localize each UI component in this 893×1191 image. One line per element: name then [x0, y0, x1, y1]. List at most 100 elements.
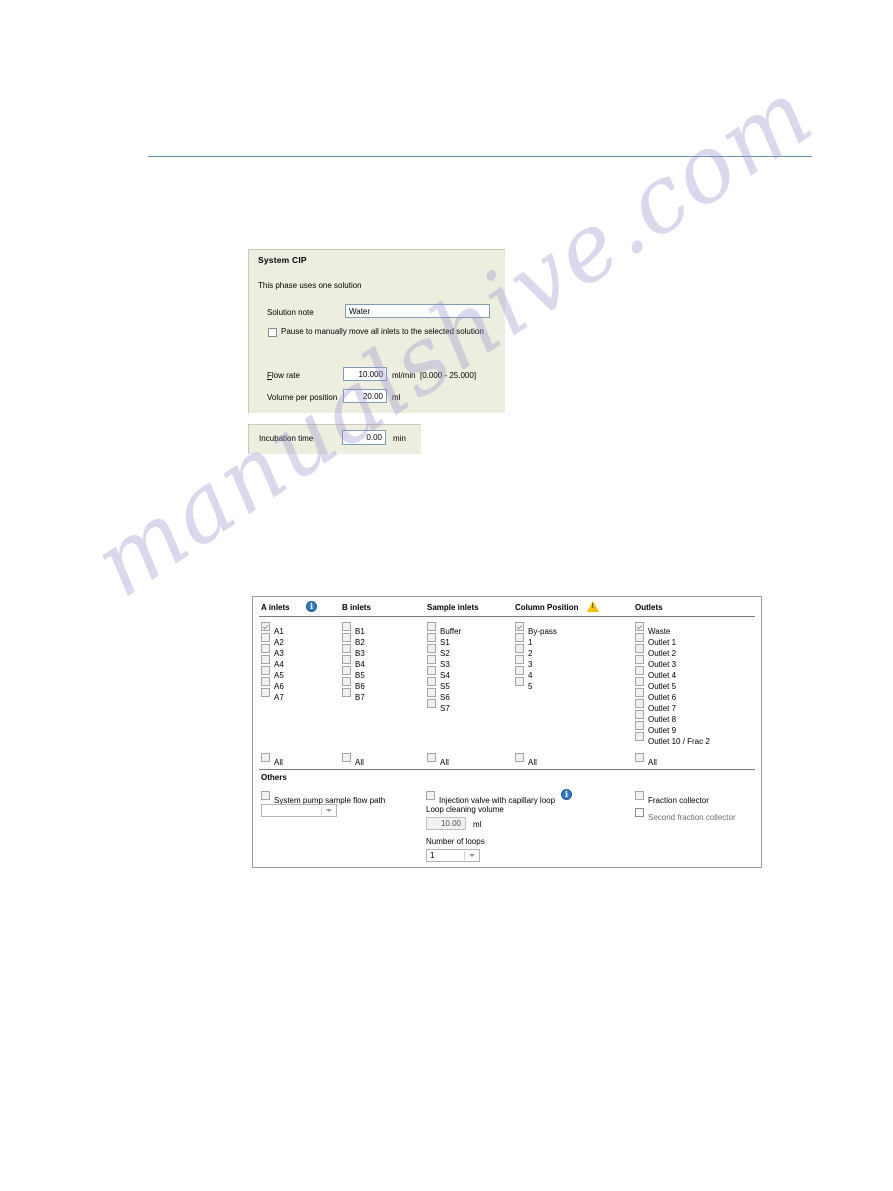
- system-pump-flow-path-select[interactable]: [261, 804, 337, 817]
- checkbox-b1[interactable]: [342, 622, 351, 631]
- checkbox-b2[interactable]: [342, 633, 351, 642]
- list-item[interactable]: Outlet 9: [635, 720, 710, 735]
- list-item[interactable]: A5: [261, 665, 284, 680]
- list-item[interactable]: B7: [342, 687, 365, 702]
- checkbox-outlet-3[interactable]: [635, 655, 644, 664]
- list-item[interactable]: S6: [427, 687, 461, 702]
- checkbox-column-1[interactable]: [515, 633, 524, 642]
- checkbox-fraction-collector[interactable]: [635, 791, 644, 800]
- checkbox-waste[interactable]: [635, 622, 644, 631]
- checkbox-column-5[interactable]: [515, 677, 524, 686]
- checkbox-outlet-10-frac-2[interactable]: [635, 732, 644, 741]
- select-all-a-inlets[interactable]: All: [261, 752, 283, 770]
- chevron-down-icon[interactable]: [321, 806, 335, 815]
- list-item[interactable]: A4: [261, 654, 284, 669]
- warning-icon[interactable]: [587, 601, 599, 612]
- checkbox-a5[interactable]: [261, 666, 270, 675]
- list-item[interactable]: Outlet 8: [635, 709, 710, 724]
- list-item[interactable]: 4: [515, 665, 557, 680]
- list-item[interactable]: S4: [427, 665, 461, 680]
- list-item[interactable]: A3: [261, 643, 284, 658]
- checkbox-all-outlets[interactable]: [635, 753, 644, 762]
- select-all-column-position[interactable]: All: [515, 752, 537, 770]
- list-item[interactable]: S3: [427, 654, 461, 669]
- list-item[interactable]: Waste: [635, 621, 710, 636]
- list-item[interactable]: 1: [515, 632, 557, 647]
- checkbox-all-sample-inlets[interactable]: [427, 753, 436, 762]
- list-item[interactable]: S1: [427, 632, 461, 647]
- list-item[interactable]: B3: [342, 643, 365, 658]
- checkbox-s7[interactable]: [427, 699, 436, 708]
- checkbox-s4[interactable]: [427, 666, 436, 675]
- list-item[interactable]: B6: [342, 676, 365, 691]
- checkbox-a2[interactable]: [261, 633, 270, 642]
- checkbox-s5[interactable]: [427, 677, 436, 686]
- checkbox-system-pump-sample-flow-path[interactable]: [261, 791, 270, 800]
- list-item[interactable]: S7: [427, 698, 461, 713]
- number-of-loops-select[interactable]: 1: [426, 849, 480, 862]
- list-item[interactable]: 3: [515, 654, 557, 669]
- checkbox-s2[interactable]: [427, 644, 436, 653]
- list-item[interactable]: 5: [515, 676, 557, 691]
- checkbox-a1[interactable]: [261, 622, 270, 631]
- checkbox-s1[interactable]: [427, 633, 436, 642]
- checkbox-b4[interactable]: [342, 655, 351, 664]
- list-item[interactable]: A6: [261, 676, 284, 691]
- checkbox-outlet-1[interactable]: [635, 633, 644, 642]
- checkbox-b7[interactable]: [342, 688, 351, 697]
- list-item[interactable]: 2: [515, 643, 557, 658]
- checkbox-all-a-inlets[interactable]: [261, 753, 270, 762]
- checkbox-a3[interactable]: [261, 644, 270, 653]
- list-item[interactable]: S2: [427, 643, 461, 658]
- solution-note-input[interactable]: Water: [345, 304, 490, 318]
- checkbox-outlet-5[interactable]: [635, 677, 644, 686]
- select-all-outlets[interactable]: All: [635, 752, 657, 770]
- list-item[interactable]: A2: [261, 632, 284, 647]
- checkbox-outlet-7[interactable]: [635, 699, 644, 708]
- loop-cleaning-volume-input[interactable]: 10.00: [426, 817, 466, 830]
- select-all-b-inlets[interactable]: All: [342, 752, 364, 770]
- incubation-time-input[interactable]: 0.00: [342, 430, 386, 445]
- checkbox-outlet-6[interactable]: [635, 688, 644, 697]
- checkbox-a7[interactable]: [261, 688, 270, 697]
- checkbox-b5[interactable]: [342, 666, 351, 675]
- list-item[interactable]: A7: [261, 687, 284, 702]
- info-icon[interactable]: i: [306, 601, 317, 612]
- list-item[interactable]: Outlet 2: [635, 643, 710, 658]
- list-item[interactable]: S5: [427, 676, 461, 691]
- checkbox-all-b-inlets[interactable]: [342, 753, 351, 762]
- list-item[interactable]: B5: [342, 665, 365, 680]
- checkbox-by-pass[interactable]: [515, 622, 524, 631]
- list-item[interactable]: A1: [261, 621, 284, 636]
- checkbox-column-3[interactable]: [515, 655, 524, 664]
- info-icon[interactable]: i: [561, 789, 572, 800]
- list-item[interactable]: Buffer: [427, 621, 461, 636]
- checkbox-buffer[interactable]: [427, 622, 436, 631]
- list-item[interactable]: Outlet 4: [635, 665, 710, 680]
- checkbox-column-2[interactable]: [515, 644, 524, 653]
- volume-per-position-input[interactable]: 20.00: [343, 389, 387, 403]
- checkbox-outlet-8[interactable]: [635, 710, 644, 719]
- select-all-sample-inlets[interactable]: All: [427, 752, 449, 770]
- checkbox-all-column-position[interactable]: [515, 753, 524, 762]
- checkbox-outlet-2[interactable]: [635, 644, 644, 653]
- checkbox-s3[interactable]: [427, 655, 436, 664]
- list-item[interactable]: B4: [342, 654, 365, 669]
- checkbox-b6[interactable]: [342, 677, 351, 686]
- checkbox-outlet-4[interactable]: [635, 666, 644, 675]
- list-item[interactable]: B2: [342, 632, 365, 647]
- list-item[interactable]: Outlet 6: [635, 687, 710, 702]
- list-item[interactable]: Outlet 5: [635, 676, 710, 691]
- fraction-collector-row[interactable]: Fraction collector: [635, 790, 709, 808]
- list-item[interactable]: Outlet 3: [635, 654, 710, 669]
- list-item[interactable]: Outlet 7: [635, 698, 710, 713]
- list-item[interactable]: Outlet 10 / Frac 2: [635, 731, 710, 746]
- checkbox-injection-valve-capillary-loop[interactable]: [426, 791, 435, 800]
- checkbox-a4[interactable]: [261, 655, 270, 664]
- second-fraction-collector-row[interactable]: Second fraction collector: [635, 807, 736, 825]
- checkbox-column-4[interactable]: [515, 666, 524, 675]
- chevron-down-icon[interactable]: [464, 851, 478, 860]
- list-item[interactable]: B1: [342, 621, 365, 636]
- checkbox-second-fraction-collector[interactable]: [635, 808, 644, 817]
- checkbox-a6[interactable]: [261, 677, 270, 686]
